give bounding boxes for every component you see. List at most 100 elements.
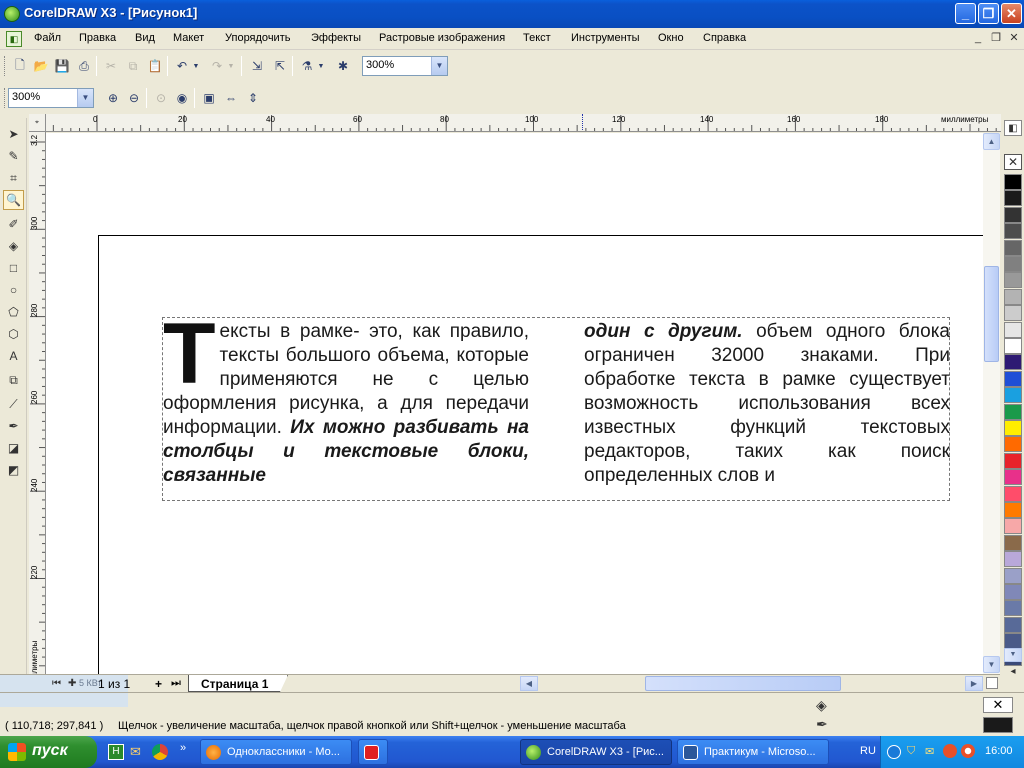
palette-options-icon[interactable]: ◧	[1004, 120, 1022, 136]
color-swatch[interactable]	[1004, 321, 1022, 338]
crop-tool-icon[interactable]: ⌗	[3, 168, 24, 188]
palette-expand-icon[interactable]: ◂	[1004, 666, 1022, 680]
welcome-screen-icon[interactable]: ✱	[333, 56, 353, 76]
text-column-2[interactable]: один с другим. объем одного блока ограни…	[584, 320, 950, 488]
tray-antivirus-icon[interactable]	[961, 744, 975, 758]
tray-messenger-icon[interactable]: ✉	[925, 745, 934, 758]
print-icon[interactable]: ⎙	[74, 56, 94, 76]
chrome-icon[interactable]	[152, 744, 168, 760]
chevron-down-icon[interactable]: ▼	[77, 89, 93, 107]
tray-app-icon[interactable]	[943, 744, 957, 758]
shape-tool-icon[interactable]: ✎	[3, 146, 24, 166]
quick-launch-messenger-icon[interactable]: ✉	[130, 744, 146, 760]
color-swatch[interactable]	[1004, 485, 1022, 502]
scroll-left-button[interactable]: ◀	[520, 676, 538, 691]
taskbar-item-coreldraw[interactable]: CorelDRAW X3 - [Рис...	[520, 739, 672, 765]
color-swatch[interactable]	[1004, 354, 1022, 371]
zoom-to-page-height-icon[interactable]: ⇕	[243, 88, 263, 108]
color-swatch[interactable]	[1004, 256, 1022, 272]
outline-color-swatch[interactable]	[983, 717, 1013, 733]
color-swatch[interactable]	[1004, 272, 1022, 289]
horizontal-scroll-thumb[interactable]	[645, 676, 841, 691]
import-icon[interactable]: ⇲	[247, 56, 267, 76]
cut-icon[interactable]: ✂	[101, 56, 121, 76]
doc-minimize-button[interactable]: _	[970, 31, 986, 46]
drawing-canvas[interactable]: Тексты в рамке- это, как правило, тексты…	[46, 133, 983, 674]
tray-shield-icon[interactable]: ⛉	[907, 745, 915, 758]
menu-window[interactable]: Окно	[658, 32, 684, 44]
ellipse-tool-icon[interactable]: ○	[3, 280, 24, 300]
maximize-button[interactable]: ❐	[978, 3, 999, 24]
export-icon[interactable]: ⇱	[270, 56, 290, 76]
paragraph-text-frame[interactable]: Тексты в рамке- это, как правило, тексты…	[162, 311, 950, 501]
color-swatch[interactable]	[1004, 206, 1022, 223]
basic-shapes-tool-icon[interactable]: ⬡	[3, 324, 24, 344]
outline-indicator-icon[interactable]: ✒	[816, 716, 828, 733]
rectangle-tool-icon[interactable]: □	[3, 258, 24, 278]
zoom-levels-combo[interactable]: 300% ▼	[8, 88, 94, 108]
menu-file[interactable]: Файл	[34, 32, 61, 44]
color-swatch[interactable]	[1004, 502, 1022, 518]
last-page-icon[interactable]: ⏭	[171, 677, 181, 690]
new-icon[interactable]: 🗋	[10, 56, 30, 76]
doc-close-button[interactable]: ✕	[1006, 31, 1022, 46]
palette-scroll-down-button[interactable]: ▼	[1004, 648, 1022, 662]
first-page-icon[interactable]: ⏮	[52, 678, 61, 689]
menu-effects[interactable]: Эффекты	[311, 32, 361, 44]
minimize-button[interactable]: _	[955, 3, 976, 24]
close-button[interactable]: ✕	[1001, 3, 1022, 24]
text-column-1[interactable]: Тексты в рамке- это, как правило, тексты…	[163, 311, 529, 488]
zoom-level-combo[interactable]: 300% ▼	[362, 56, 448, 76]
color-swatch[interactable]	[1004, 403, 1022, 420]
color-swatch[interactable]	[1004, 239, 1022, 256]
taskbar-item-misc[interactable]	[358, 739, 388, 765]
start-button[interactable]: пуск	[0, 736, 97, 768]
color-swatch[interactable]	[1004, 567, 1022, 584]
tray-back-icon[interactable]	[887, 745, 901, 759]
interactive-blend-tool-icon[interactable]: ⧉	[3, 370, 24, 390]
redo-dropdown-icon[interactable]: ▼	[225, 56, 237, 76]
menu-edit[interactable]: Правка	[79, 32, 116, 44]
scroll-down-button[interactable]: ▼	[983, 656, 1000, 673]
color-swatch[interactable]	[1004, 469, 1022, 486]
quick-launch-overflow-icon[interactable]: »	[180, 742, 186, 754]
vertical-scroll-thumb[interactable]	[984, 266, 999, 362]
color-swatch[interactable]	[1004, 338, 1022, 354]
navigator-icon[interactable]	[986, 677, 998, 689]
fill-color-swatch[interactable]: ✕	[983, 697, 1013, 713]
color-swatch[interactable]	[1004, 633, 1022, 650]
ruler-origin-corner[interactable]: ⌖	[29, 114, 46, 132]
color-swatch[interactable]	[1004, 534, 1022, 551]
menu-help[interactable]: Справка	[703, 32, 746, 44]
undo-dropdown-icon[interactable]: ▼	[190, 56, 202, 76]
no-fill-swatch[interactable]: ✕	[1004, 154, 1022, 170]
redo-icon[interactable]: ↷	[207, 56, 227, 76]
color-swatch[interactable]	[1004, 174, 1022, 190]
fill-indicator-icon[interactable]: ◈	[816, 697, 827, 714]
menu-view[interactable]: Вид	[135, 32, 155, 44]
fill-tool-icon[interactable]: ◪	[3, 438, 24, 458]
language-indicator[interactable]: RU	[860, 745, 876, 757]
menu-text[interactable]: Текст	[523, 32, 551, 44]
add-page-after-icon[interactable]: +	[155, 677, 162, 691]
color-swatch[interactable]	[1004, 387, 1022, 404]
outline-tool-icon[interactable]: ✒	[3, 416, 24, 436]
color-swatch[interactable]	[1004, 584, 1022, 600]
color-swatch[interactable]	[1004, 190, 1022, 207]
document-icon[interactable]: ◧	[6, 31, 22, 47]
freehand-tool-icon[interactable]: ✐	[3, 214, 24, 234]
zoom-to-page-icon[interactable]: ▣	[199, 88, 219, 108]
open-icon[interactable]: 📂	[31, 56, 51, 76]
chevron-down-icon[interactable]: ▼	[431, 57, 447, 75]
color-swatch[interactable]	[1004, 518, 1022, 535]
app-launcher-icon[interactable]: ⚗	[297, 56, 317, 76]
text-tool-icon[interactable]: A	[3, 346, 24, 366]
copy-icon[interactable]: ⧉	[123, 56, 143, 76]
taskbar-item-word[interactable]: Практикум - Microso...	[677, 739, 829, 765]
zoom-to-page-width-icon[interactable]: ⇔	[221, 88, 241, 108]
zoom-to-all-objects-icon[interactable]: ◉	[172, 88, 192, 108]
eyedropper-tool-icon[interactable]: ⟋	[3, 394, 24, 414]
page-tab[interactable]: Страница 1	[188, 675, 288, 692]
taskbar-item-odnoklassniki[interactable]: Одноклассники - Мо...	[200, 739, 352, 765]
color-swatch[interactable]	[1004, 288, 1022, 305]
